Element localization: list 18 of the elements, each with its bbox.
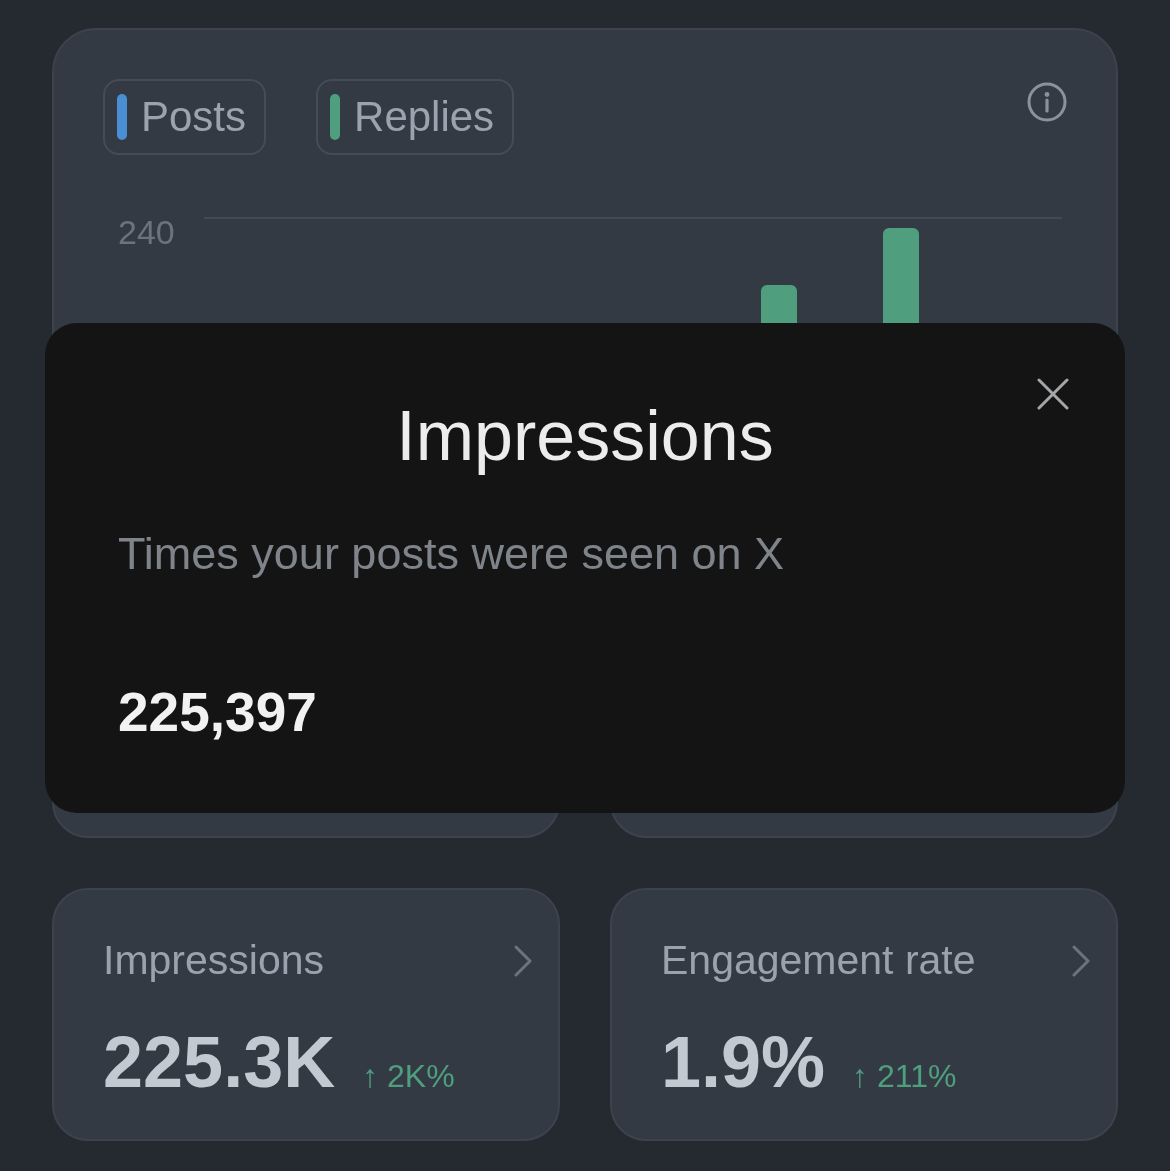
stat-change: ↑ 211% xyxy=(852,1060,957,1092)
stat-card[interactable]: Engagement rate 1.9% ↑ 211% xyxy=(610,888,1118,1141)
stat-value: 1.9% xyxy=(661,1026,826,1098)
stat-title: Engagement rate xyxy=(661,940,976,981)
stat-change: ↑ 2K% xyxy=(362,1060,455,1092)
stat-card[interactable]: Impressions 225.3K ↑ 2K% xyxy=(52,888,560,1141)
chevron-right-icon xyxy=(1071,944,1091,977)
close-icon xyxy=(1037,378,1069,410)
stat-value: 225.3K xyxy=(103,1026,336,1098)
popup-description: Times your posts were seen on X xyxy=(118,531,785,576)
close-button[interactable] xyxy=(1037,378,1069,410)
popup-value: 225,397 xyxy=(118,685,317,740)
info-icon[interactable] xyxy=(1027,82,1067,122)
axis-tick-label: 240 xyxy=(118,215,176,249)
legend-toggle[interactable]: Replies xyxy=(316,79,515,155)
chevron-right-icon xyxy=(513,944,533,977)
stat-title: Impressions xyxy=(103,940,324,981)
legend-toggle[interactable]: Posts xyxy=(103,79,267,155)
